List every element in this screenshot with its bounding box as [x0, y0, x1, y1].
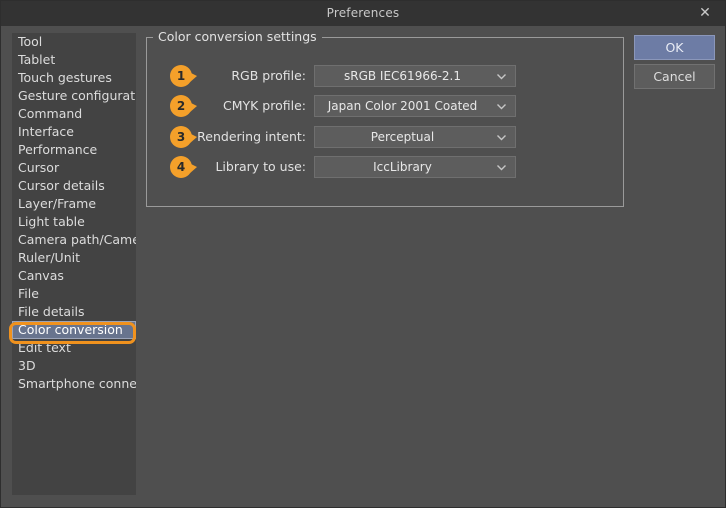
dropdown-library-to-use[interactable]: IccLibrary	[314, 156, 516, 178]
dropdown-cmyk-profile[interactable]: Japan Color 2001 Coated	[314, 95, 516, 117]
row-label: CMYK profile:	[222, 98, 306, 113]
preferences-dialog: Preferences ✕ Tool Tablet Touch gestures Ge…	[0, 0, 726, 508]
dropdown-rendering-intent[interactable]: Perceptual	[314, 126, 516, 148]
sidebar-item-light-table[interactable]: Light table	[12, 213, 136, 231]
dropdown-value: Japan Color 2001 Coated	[327, 99, 478, 113]
cancel-button[interactable]: Cancel	[634, 64, 715, 89]
sidebar-item-file-details[interactable]: File details	[12, 303, 136, 321]
dropdown-rgb-profile[interactable]: sRGB IEC61966-2.1	[314, 65, 516, 87]
sidebar-item-color-conversion[interactable]: Color conversion	[12, 321, 136, 339]
settings-row: 1 RGB profile: sRGB IEC61966-2.1	[1, 65, 726, 87]
sidebar-item-edit-text[interactable]: Edit text	[12, 339, 136, 357]
color-conversion-settings-group	[146, 37, 624, 207]
settings-row: 2 CMYK profile: Japan Color 2001 Coated	[1, 95, 726, 117]
close-icon[interactable]: ✕	[685, 1, 725, 26]
sidebar-item-camera-path-camera[interactable]: Camera path/Camera	[12, 231, 136, 249]
chevron-down-icon	[496, 132, 507, 143]
sidebar-item-3d[interactable]: 3D	[12, 357, 136, 375]
sidebar-item-ruler-unit[interactable]: Ruler/Unit	[12, 249, 136, 267]
group-title: Color conversion settings	[153, 30, 322, 44]
sidebar-item-smartphone-connection[interactable]: Smartphone connection	[12, 375, 136, 393]
settings-row: 4 Library to use: IccLibrary	[1, 156, 726, 178]
row-label: Library to use:	[215, 159, 306, 174]
settings-row: 3 Rendering intent: Perceptual	[1, 126, 726, 148]
chevron-down-icon	[496, 101, 507, 112]
sidebar-item-canvas[interactable]: Canvas	[12, 267, 136, 285]
dropdown-value: Perceptual	[370, 130, 435, 144]
dropdown-value: sRGB IEC61966-2.1	[343, 69, 462, 83]
chevron-down-icon	[496, 71, 507, 82]
sidebar-item-file[interactable]: File	[12, 285, 136, 303]
dropdown-value: IccLibrary	[373, 160, 432, 174]
sidebar-item-layer-frame[interactable]: Layer/Frame	[12, 195, 136, 213]
chevron-down-icon	[496, 162, 507, 173]
row-label: Rendering intent:	[197, 129, 306, 144]
sidebar-item-cursor-details[interactable]: Cursor details	[12, 177, 136, 195]
window-title: Preferences	[326, 6, 400, 20]
sidebar-item-tool[interactable]: Tool	[12, 33, 136, 51]
row-label: RGB profile:	[231, 68, 306, 83]
ok-button[interactable]: OK	[634, 35, 715, 60]
title-bar: Preferences ✕	[1, 1, 725, 26]
